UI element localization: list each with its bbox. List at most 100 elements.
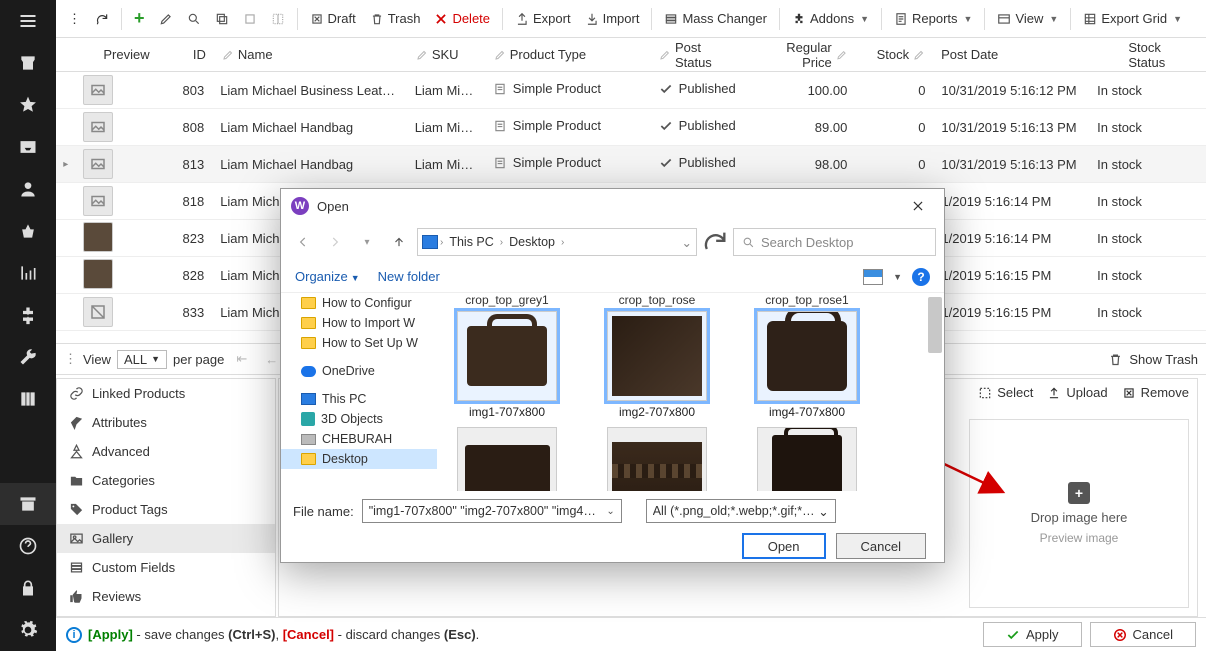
store-icon[interactable] — [0, 42, 56, 84]
delete-button[interactable]: Delete — [428, 8, 496, 29]
file-item[interactable]: img1-707x800 — [447, 311, 567, 419]
tree-item[interactable]: This PC — [281, 389, 437, 409]
view-button[interactable]: View▼ — [991, 8, 1064, 29]
view-mode-icon[interactable] — [863, 269, 883, 285]
dialog-open-button[interactable]: Open — [742, 533, 826, 559]
filetype-filter[interactable]: All (*.png_old;*.webp;*.gif;*.ani⌄ — [646, 499, 836, 523]
gallery-select-button[interactable]: Select — [978, 385, 1033, 400]
nav-up-icon[interactable] — [385, 228, 413, 256]
crumb-desktop[interactable]: Desktop — [505, 235, 559, 249]
breadcrumb[interactable]: › This PC › Desktop › ⌄ — [417, 228, 697, 256]
sidebar-item-advanced[interactable]: Advanced — [57, 437, 275, 466]
wrench-icon[interactable] — [0, 336, 56, 378]
crumb-dropdown-icon[interactable]: ⌄ — [682, 235, 692, 250]
table-row[interactable]: 808Liam Michael HandbagLiam MichaelSimpl… — [56, 109, 1206, 146]
inbox-icon[interactable] — [0, 126, 56, 168]
help-icon[interactable] — [0, 525, 56, 567]
gallery-remove-button[interactable]: Remove — [1122, 385, 1189, 400]
view-mode-dropdown-icon[interactable]: ▼ — [893, 272, 902, 282]
tree-item[interactable]: 3D Objects — [281, 409, 437, 429]
file-label: crop_top_rose1 — [747, 293, 867, 307]
sidebar-item-linked[interactable]: Linked Products — [57, 379, 275, 408]
mass-changer-button[interactable]: Mass Changer — [658, 8, 773, 29]
tree-item[interactable]: How to Import W — [281, 313, 437, 333]
nav-recent-icon[interactable]: ▾ — [353, 228, 381, 256]
copy-icon[interactable] — [209, 9, 235, 29]
trash-button[interactable]: Trash — [364, 8, 427, 29]
puzzle-icon[interactable] — [0, 294, 56, 336]
close-icon[interactable] — [898, 191, 938, 221]
nav-refresh-icon[interactable] — [701, 228, 729, 256]
tree-item[interactable]: CHEBURAH — [281, 429, 437, 449]
sidebar-item-attrs[interactable]: Attributes — [57, 408, 275, 437]
file-item[interactable]: img2-707x800 — [597, 311, 717, 419]
search-icon[interactable] — [181, 9, 207, 29]
tree-item[interactable]: How to Configur — [281, 293, 437, 313]
import-button[interactable]: Import — [579, 8, 646, 29]
crumb-this-pc[interactable]: This PC — [445, 235, 497, 249]
col-name[interactable]: Name — [214, 47, 408, 62]
export-grid-button[interactable]: Export Grid▼ — [1077, 8, 1188, 29]
col-id[interactable]: ID — [155, 47, 214, 62]
draft-button[interactable]: Draft — [304, 8, 362, 29]
search-input[interactable]: Search Desktop — [733, 228, 936, 256]
file-item[interactable]: img4-707x800 — [747, 311, 867, 419]
dialog-cancel-button[interactable]: Cancel — [836, 533, 926, 559]
columns-icon[interactable] — [0, 378, 56, 420]
addons-button[interactable]: Addons▼ — [786, 8, 875, 29]
col-preview[interactable]: Preview — [75, 47, 155, 62]
sidebar-item-custom[interactable]: Custom Fields — [57, 553, 275, 582]
more-icon[interactable]: ⋮ — [62, 8, 87, 30]
sidebar-item-gallery[interactable]: Gallery — [57, 524, 275, 553]
reports-button[interactable]: Reports▼ — [888, 8, 978, 29]
gallery-upload-button[interactable]: Upload — [1047, 385, 1107, 400]
sidebar-item-tags[interactable]: Product Tags — [57, 495, 275, 524]
tree-item[interactable]: Desktop — [281, 449, 437, 469]
col-stock-status[interactable]: Stock Status — [1088, 40, 1206, 70]
lock-icon[interactable] — [0, 567, 56, 609]
file-item[interactable] — [597, 427, 717, 491]
file-item[interactable] — [747, 427, 867, 491]
scrollbar-thumb[interactable] — [928, 297, 942, 353]
col-post-status[interactable]: Post Status — [651, 40, 748, 70]
edit-icon[interactable] — [153, 9, 179, 29]
add-icon[interactable]: + — [128, 5, 151, 32]
archive-icon[interactable] — [0, 483, 56, 525]
nav-forward-icon[interactable] — [321, 228, 349, 256]
table-row[interactable]: 803Liam Michael Business Leather BagLiam… — [56, 72, 1206, 109]
filename-input[interactable]: "img1-707x800" "img2-707x800" "img4-707x… — [362, 499, 622, 523]
page-first-icon[interactable]: ⇤ — [230, 349, 253, 369]
sidebar-item-cats[interactable]: Categories — [57, 466, 275, 495]
menu-icon[interactable] — [0, 0, 56, 42]
star-icon[interactable] — [0, 84, 56, 126]
apply-button[interactable]: Apply — [983, 622, 1082, 647]
dialog-help-icon[interactable]: ? — [912, 268, 930, 286]
col-post-date[interactable]: Post Date — [933, 47, 1088, 62]
pager-all-select[interactable]: ALL▼ — [117, 350, 167, 369]
basket-icon[interactable] — [0, 210, 56, 252]
dialog-title: Open — [317, 199, 349, 214]
export-button[interactable]: Export — [509, 8, 577, 29]
sidebar-item-reviews[interactable]: Reviews — [57, 582, 275, 611]
new-folder-button[interactable]: New folder — [378, 269, 440, 284]
drop-zone[interactable]: + Drop image here Preview image — [969, 419, 1189, 608]
square-icon[interactable] — [237, 9, 263, 29]
file-list[interactable]: crop_top_grey1crop_top_rosecrop_top_rose… — [437, 293, 944, 491]
col-sku[interactable]: SKU — [408, 47, 486, 62]
refresh-icon[interactable] — [89, 9, 115, 29]
user-icon[interactable] — [0, 168, 56, 210]
squares-icon[interactable] — [265, 9, 291, 29]
file-item[interactable] — [447, 427, 567, 491]
col-stock[interactable]: Stock — [855, 47, 933, 62]
nav-back-icon[interactable] — [289, 228, 317, 256]
chart-icon[interactable] — [0, 252, 56, 294]
table-row[interactable]: ▸813Liam Michael HandbagLiam MichaelSimp… — [56, 146, 1206, 183]
tree-item[interactable]: OneDrive — [281, 361, 437, 381]
cancel-button[interactable]: Cancel — [1090, 622, 1196, 647]
organize-button[interactable]: Organize▼ — [295, 269, 360, 284]
col-regular-price[interactable]: Regular Price — [748, 40, 855, 70]
show-trash-toggle[interactable]: Show Trash — [1129, 352, 1198, 367]
col-product-type[interactable]: Product Type — [486, 47, 622, 62]
tree-item[interactable]: How to Set Up W — [281, 333, 437, 353]
gear-icon[interactable] — [0, 609, 56, 651]
